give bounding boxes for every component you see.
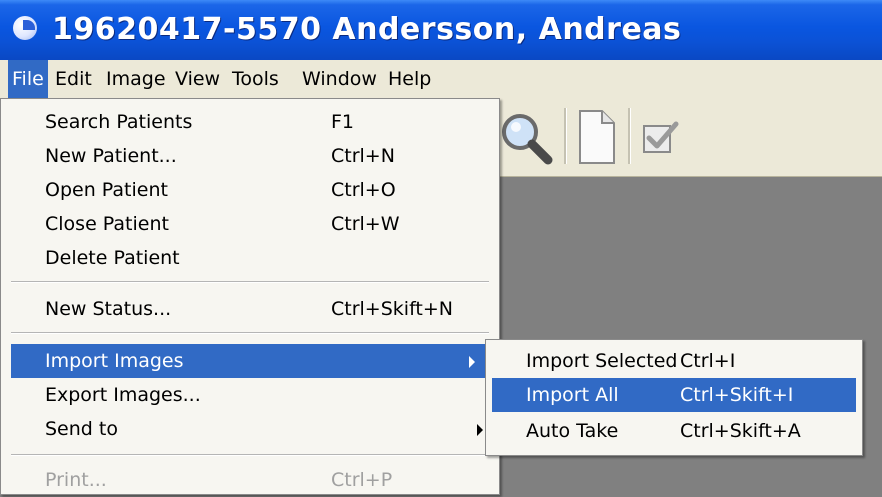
new-document-icon[interactable] xyxy=(574,108,618,166)
menu-item-search-patients[interactable]: Search Patients F1 xyxy=(3,105,497,139)
menu-item-send-to[interactable]: Send to xyxy=(3,412,497,446)
menu-item-close-patient[interactable]: Close Patient Ctrl+W xyxy=(3,207,497,241)
menu-item-shortcut: Ctrl+Skift+N xyxy=(331,298,454,320)
window-title: 19620417-5570 Andersson, Andreas xyxy=(52,12,682,47)
app-icon[interactable] xyxy=(13,16,37,40)
file-menu: Search Patients F1 New Patient... Ctrl+N… xyxy=(0,98,500,495)
import-images-submenu: Import Selected Ctrl+I Import All Ctrl+S… xyxy=(485,339,863,456)
menu-item-label: Auto Take xyxy=(526,420,619,442)
submenu-arrow-icon xyxy=(477,424,483,436)
menu-item-label: Import All xyxy=(526,384,619,406)
menu-item-export-images[interactable]: Export Images... xyxy=(3,378,497,412)
submenu-arrow-icon xyxy=(469,356,475,368)
menu-item-print: Print... Ctrl+P xyxy=(3,463,497,497)
menu-separator xyxy=(11,454,489,456)
toolbar-separator xyxy=(628,108,631,164)
menu-item-new-status[interactable]: New Status... Ctrl+Skift+N xyxy=(3,292,497,326)
menu-item-label: Delete Patient xyxy=(45,247,180,269)
menu-item-label: Print... xyxy=(45,469,107,491)
menu-tools[interactable]: Tools xyxy=(228,60,283,98)
menu-item-new-patient[interactable]: New Patient... Ctrl+N xyxy=(3,139,497,173)
menu-item-label: Open Patient xyxy=(45,179,168,201)
menu-item-label: Export Images... xyxy=(45,384,201,406)
menu-item-shortcut: F1 xyxy=(331,111,355,133)
menu-item-shortcut: Ctrl+Skift+I xyxy=(680,384,794,406)
menu-item-label: Search Patients xyxy=(45,111,193,133)
menu-item-open-patient[interactable]: Open Patient Ctrl+O xyxy=(3,173,497,207)
menu-item-label: Import Images xyxy=(45,350,184,372)
title-bar: 19620417-5570 Andersson, Andreas xyxy=(0,0,882,60)
menu-item-delete-patient[interactable]: Delete Patient xyxy=(3,241,497,275)
menu-file[interactable]: File xyxy=(8,60,48,98)
menu-item-import-all[interactable]: Import All Ctrl+Skift+I xyxy=(492,378,856,412)
menu-bar: File Edit Image View Tools Window Help xyxy=(0,60,882,98)
magnifier-icon[interactable] xyxy=(498,110,560,166)
menu-help[interactable]: Help xyxy=(384,60,435,98)
menu-item-shortcut: Ctrl+W xyxy=(331,213,400,235)
menu-edit[interactable]: Edit xyxy=(51,60,96,98)
menu-separator xyxy=(11,332,489,334)
menu-separator xyxy=(11,281,489,283)
menu-item-label: New Status... xyxy=(45,298,172,320)
menu-item-shortcut: Ctrl+P xyxy=(331,469,393,491)
menu-item-shortcut: Ctrl+O xyxy=(331,179,396,201)
menu-view[interactable]: View xyxy=(171,60,224,98)
menu-item-label: Close Patient xyxy=(45,213,169,235)
menu-item-label: Import Selected xyxy=(526,350,678,372)
menu-item-import-images[interactable]: Import Images xyxy=(11,344,489,378)
menu-item-import-selected[interactable]: Import Selected Ctrl+I xyxy=(488,344,860,378)
menu-item-label: New Patient... xyxy=(45,145,177,167)
menu-item-auto-take[interactable]: Auto Take Ctrl+Skift+A xyxy=(488,414,860,448)
menu-image[interactable]: Image xyxy=(102,60,170,98)
menu-item-shortcut: Ctrl+N xyxy=(331,145,395,167)
menu-item-label: Send to xyxy=(45,418,118,440)
checkbox-icon[interactable] xyxy=(640,118,682,160)
menu-window[interactable]: Window xyxy=(298,60,381,98)
toolbar-separator xyxy=(564,108,567,164)
menu-item-shortcut: Ctrl+I xyxy=(680,350,736,372)
menu-item-shortcut: Ctrl+Skift+A xyxy=(680,420,801,442)
